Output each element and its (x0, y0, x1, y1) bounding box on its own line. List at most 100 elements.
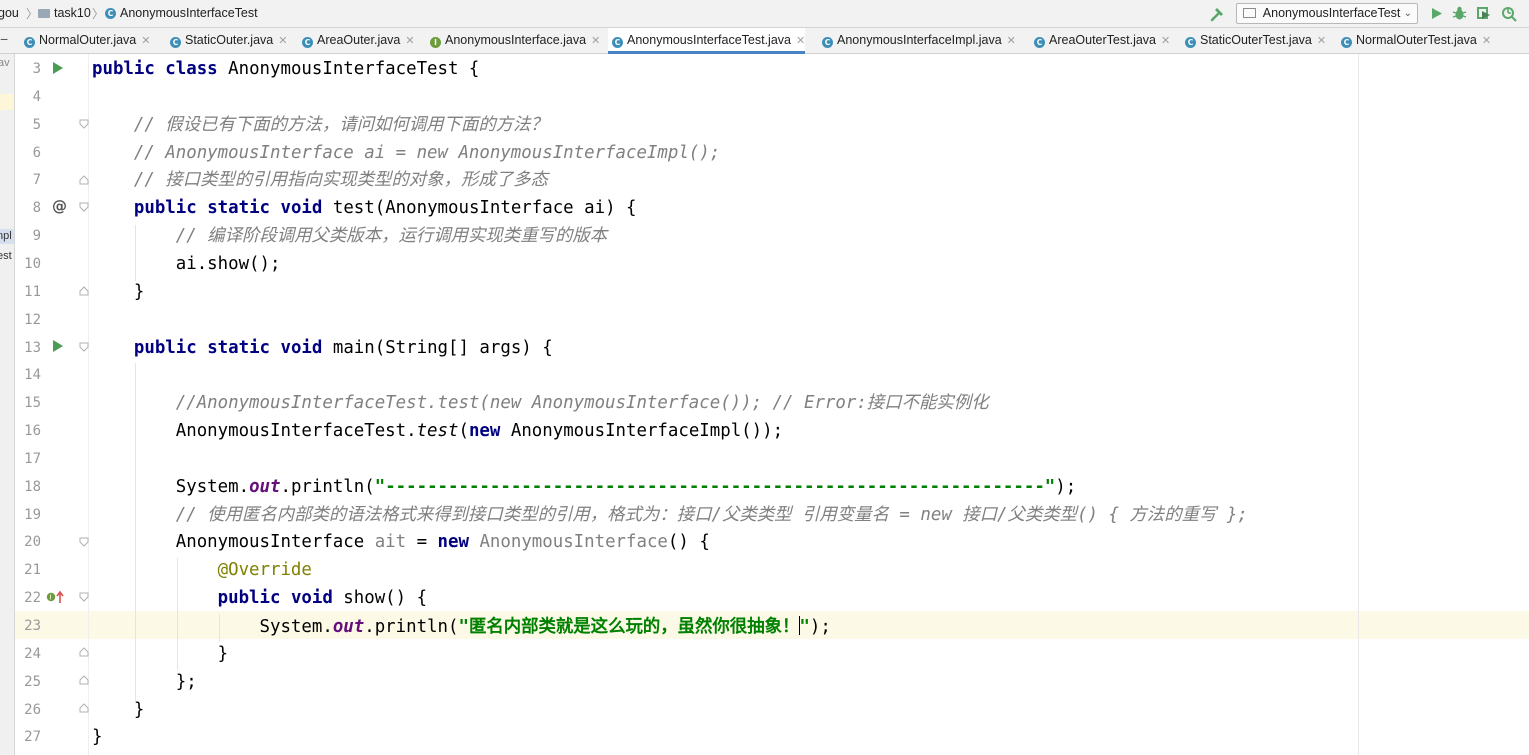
close-icon[interactable]: ✕ (1482, 35, 1491, 47)
code-token: ( (458, 421, 469, 441)
chevron-down-icon: ⌄ (1403, 8, 1412, 19)
project-tree-strip: av npl est (0, 54, 15, 755)
tab-areaouter[interactable]: C AreaOuter.java ✕ (298, 28, 415, 54)
class-icon: C (1185, 37, 1196, 48)
code-line[interactable]: System.out.println("--------------------… (92, 477, 1076, 497)
implements-method-icon[interactable]: I (46, 590, 66, 604)
close-icon[interactable]: ✕ (1007, 35, 1016, 47)
tab-label: StaticOuter.java (185, 33, 274, 47)
tab-staticouter[interactable]: C StaticOuter.java ✕ (166, 28, 287, 54)
fold-icon[interactable] (79, 175, 89, 185)
project-tree-item[interactable]: npl (0, 230, 12, 242)
line-number: 23 (24, 618, 41, 634)
code-line[interactable]: //AnonymousInterfaceTest.test(new Anonym… (92, 393, 989, 413)
code-token: }; (92, 672, 197, 692)
close-icon[interactable]: ✕ (1161, 35, 1170, 47)
fold-icon[interactable] (79, 703, 89, 713)
code-line[interactable]: // 使用匿名内部类的语法格式来得到接口类型的引用，格式为：接口/父类类型 引用… (92, 505, 1248, 525)
code-line[interactable]: @Override (92, 560, 312, 580)
code-token: // AnonymousInterface ai = new Anonymous… (133, 143, 721, 163)
profile-icon[interactable] (1500, 5, 1517, 22)
code-line[interactable]: // 接口类型的引用指向实现类型的对象，形成了多态 (92, 170, 548, 190)
run-main-icon[interactable] (52, 340, 64, 352)
code-line[interactable]: public static void test(AnonymousInterfa… (92, 198, 637, 218)
hammer-icon[interactable] (1209, 5, 1227, 23)
line-number: 7 (32, 172, 41, 188)
code-line[interactable]: } (92, 700, 144, 720)
code-line[interactable]: ai.show(); (92, 254, 281, 274)
code-token: "---------------------------------------… (374, 477, 1056, 497)
class-icon: C (1341, 37, 1352, 48)
fold-icon[interactable] (79, 342, 89, 352)
code-line[interactable]: AnonymousInterfaceTest.test(new Anonymou… (92, 421, 783, 441)
fold-icon[interactable] (79, 202, 89, 212)
fold-icon[interactable] (79, 592, 89, 602)
code-line[interactable]: public static void main(String[] args) { (92, 338, 553, 358)
tab-anonymousinterfacetest[interactable]: C AnonymousInterfaceTest.java ✕ (608, 28, 806, 54)
run-class-icon[interactable] (52, 62, 64, 74)
right-margin-guide (1358, 54, 1359, 755)
navigation-bar: gou 〉 task10 〉 C AnonymousInterfaceTest … (0, 0, 1529, 28)
tab-anonymousinterfaceimpl[interactable]: C AnonymousInterfaceImpl.java ✕ (818, 28, 1016, 54)
close-icon[interactable]: ✕ (278, 35, 287, 47)
debug-icon[interactable] (1451, 5, 1468, 22)
code-token: ); (809, 617, 831, 637)
close-icon[interactable]: ✕ (796, 35, 805, 47)
line-number: 21 (24, 562, 41, 578)
breadcrumb-item-class[interactable]: C AnonymousInterfaceTest (105, 6, 258, 20)
code-token: static (207, 198, 281, 218)
code-line[interactable]: } (92, 282, 144, 302)
tab-menu-icon[interactable]: − (0, 31, 8, 47)
code-line[interactable]: public void show() { (92, 588, 427, 608)
code-line[interactable]: System.out.println("匿名内部类就是这么玩的，虽然你很抽象！"… (92, 616, 831, 637)
class-icon: C (170, 37, 181, 48)
breadcrumb-item-package[interactable]: task10 (38, 6, 91, 20)
code-line[interactable]: // AnonymousInterface ai = new Anonymous… (92, 143, 720, 163)
code-token: System. (92, 477, 250, 497)
code-token: // 假设已有下面的方法，请问如何调用下面的方法？ (133, 115, 548, 135)
line-number: 11 (24, 284, 41, 300)
code-line[interactable]: // 假设已有下面的方法，请问如何调用下面的方法？ (92, 115, 548, 135)
tab-normaloutertest[interactable]: C NormalOuterTest.java ✕ (1337, 28, 1491, 54)
code-line[interactable]: } (92, 644, 229, 664)
project-tree-item[interactable]: est (0, 250, 12, 262)
breadcrumb-item-project[interactable]: gou (0, 6, 19, 20)
code-line[interactable]: } (92, 727, 102, 747)
close-icon[interactable]: ✕ (591, 35, 600, 47)
fold-icon[interactable] (79, 119, 89, 129)
tab-areaoutertest[interactable]: C AreaOuterTest.java ✕ (1030, 28, 1170, 54)
line-number: 4 (32, 89, 41, 105)
fold-icon[interactable] (79, 537, 89, 547)
line-number: 25 (24, 674, 41, 690)
code-token: .println( (364, 617, 459, 637)
code-line[interactable]: }; (92, 672, 197, 692)
fold-icon[interactable] (79, 286, 89, 296)
code-line[interactable]: // 编译阶段调用父类版本，运行调用实现类重写的版本 (92, 226, 607, 246)
coverage-icon[interactable] (1475, 5, 1492, 22)
close-icon[interactable]: ✕ (141, 35, 150, 47)
tab-label: AreaOuter.java (317, 33, 401, 47)
close-icon[interactable]: ✕ (405, 35, 414, 47)
code-line[interactable]: AnonymousInterface ait = new AnonymousIn… (92, 532, 710, 552)
tab-normalouter[interactable]: C NormalOuter.java ✕ (20, 28, 150, 54)
line-number: 9 (32, 228, 41, 244)
fold-icon[interactable] (79, 647, 89, 657)
project-tree-item[interactable]: av (0, 57, 10, 69)
tab-staticoutertest[interactable]: C StaticOuterTest.java ✕ (1181, 28, 1326, 54)
fold-icon[interactable] (79, 675, 89, 685)
run-icon[interactable] (1428, 5, 1445, 22)
overridden-method-icon[interactable]: @ (52, 197, 67, 215)
run-configuration-select[interactable]: AnonymousInterfaceTest ⌄ (1236, 3, 1418, 24)
tab-label: NormalOuterTest.java (1356, 33, 1477, 47)
tab-anonymousinterface[interactable]: I AnonymousInterface.java ✕ (426, 28, 600, 54)
line-number: 19 (24, 507, 41, 523)
breadcrumb-separator: 〉 (92, 7, 105, 21)
code-token: AnonymousInterfaceTest { (228, 59, 480, 79)
code-line[interactable]: public class AnonymousInterfaceTest { (92, 59, 479, 79)
close-icon[interactable]: ✕ (1317, 35, 1326, 47)
code-token: public (217, 588, 291, 608)
